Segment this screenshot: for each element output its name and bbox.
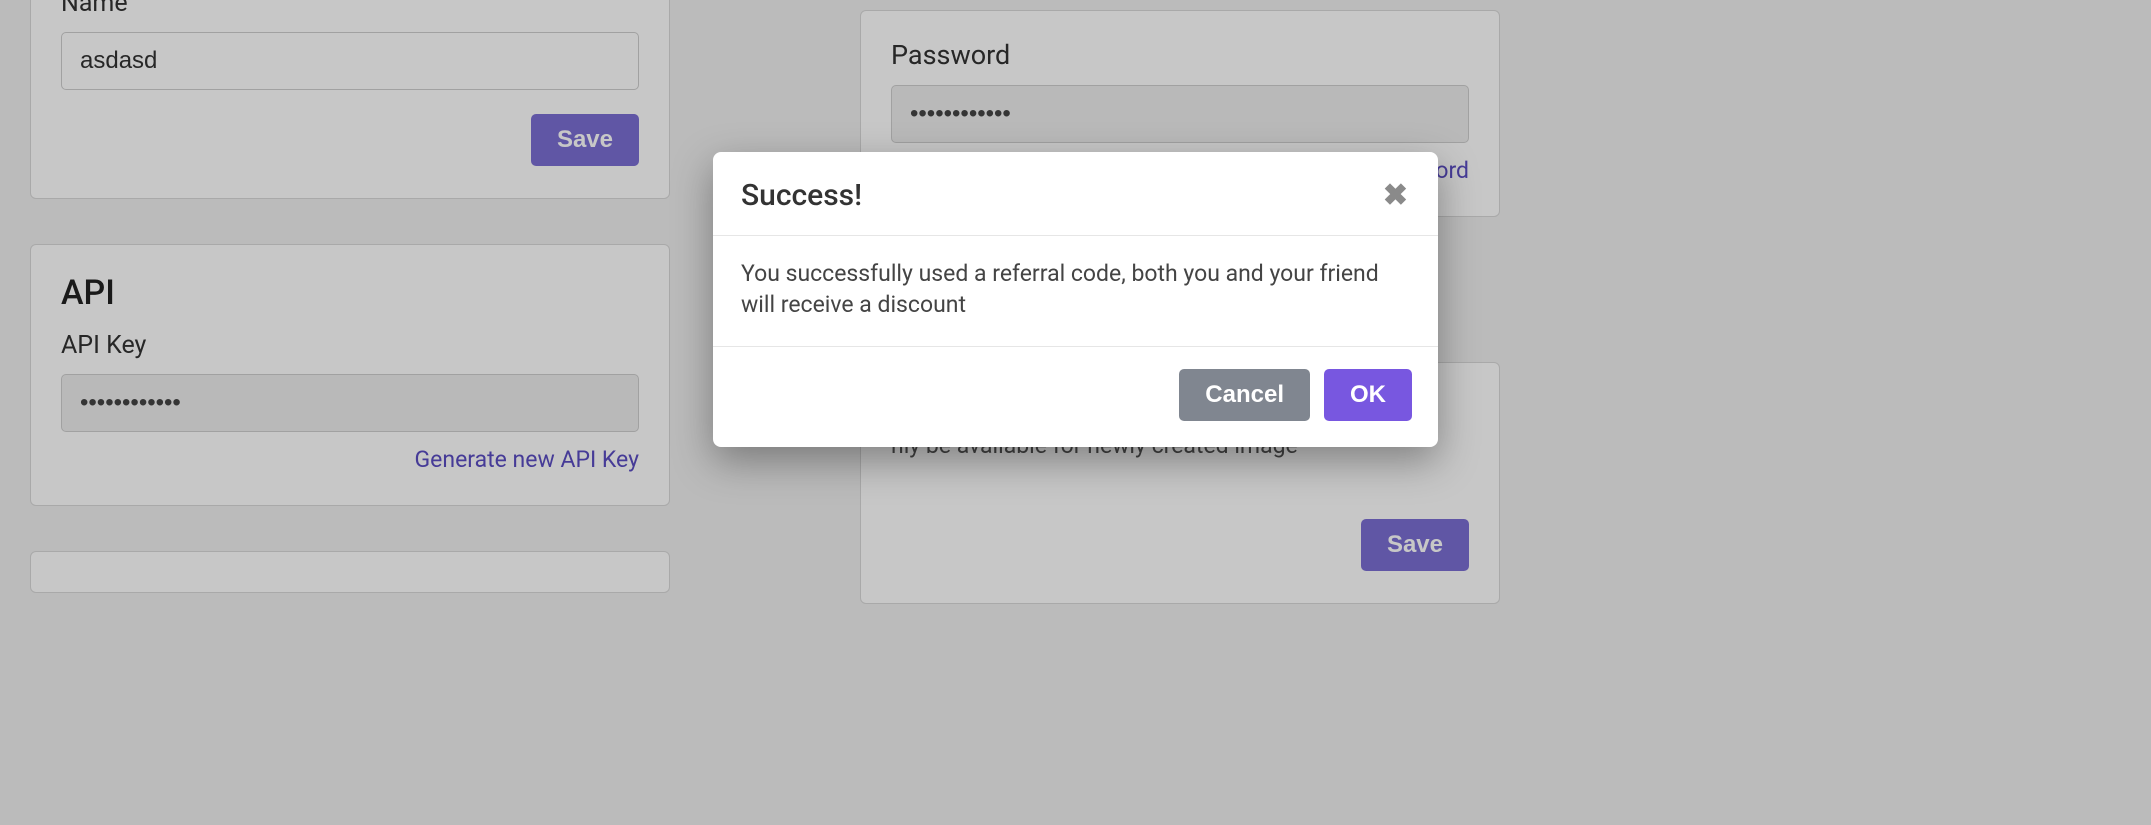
modal-overlay: Success! ✖ You successfully used a refer… xyxy=(0,0,2151,825)
success-modal: Success! ✖ You successfully used a refer… xyxy=(713,152,1438,447)
close-icon[interactable]: ✖ xyxy=(1383,181,1408,211)
ok-button[interactable]: OK xyxy=(1324,369,1412,421)
modal-footer: Cancel OK xyxy=(713,347,1438,447)
modal-header: Success! ✖ xyxy=(713,152,1438,236)
modal-body: You successfully used a referral code, b… xyxy=(713,236,1438,347)
cancel-button[interactable]: Cancel xyxy=(1179,369,1310,421)
modal-title: Success! xyxy=(741,178,862,213)
